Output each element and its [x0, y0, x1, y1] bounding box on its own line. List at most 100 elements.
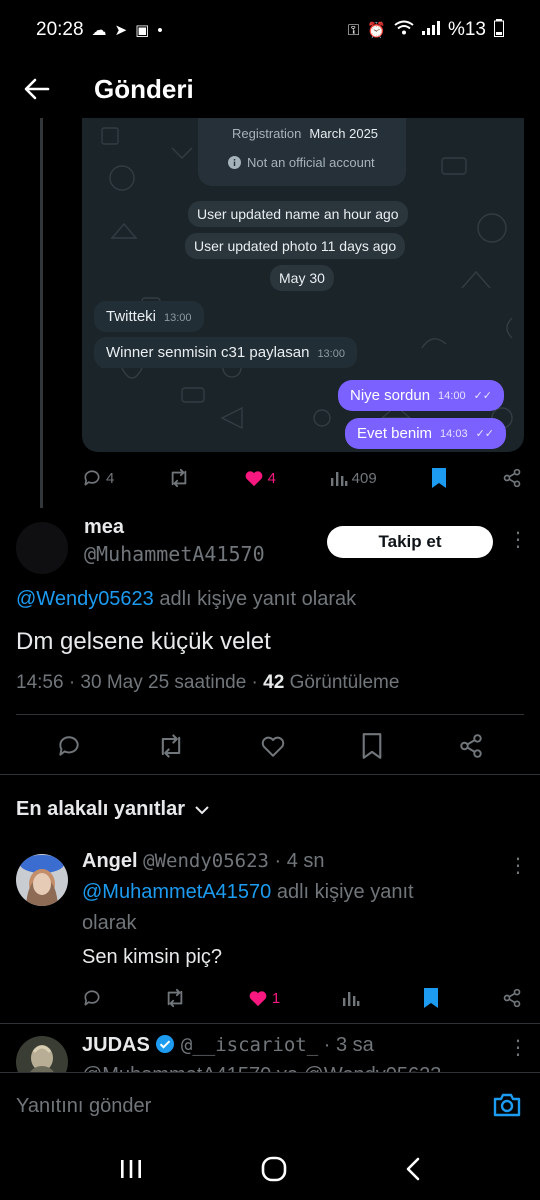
key-icon: ⚿ — [347, 21, 360, 39]
incoming-message: Winner senmisin c31 paylasan 13:00 — [94, 337, 357, 368]
reply-header: JUDAS @__iscariot_ · 3 sa — [82, 1034, 374, 1057]
back-button[interactable] — [0, 60, 74, 118]
battery-level: %13 — [447, 19, 486, 40]
like-button[interactable]: 4 — [244, 469, 276, 487]
replying-to: @MuhammetA41570 adlı kişiye yanıt — [82, 881, 414, 903]
bookmark-icon[interactable] — [361, 733, 383, 759]
home-icon[interactable] — [261, 1156, 287, 1182]
reply-composer[interactable]: Yanıtını gönder — [0, 1072, 540, 1138]
like-button[interactable]: 1 — [248, 989, 280, 1007]
share-icon[interactable] — [458, 733, 484, 759]
parent-tweet-actions: 4 4 409 — [82, 458, 522, 498]
author-handle[interactable]: @Wendy05623 — [143, 850, 269, 872]
author-handle[interactable]: @MuhammetA41570 — [84, 542, 265, 566]
reply-actions: 1 — [82, 978, 522, 1018]
views-stat[interactable]: 409 — [330, 469, 377, 487]
repost-button[interactable] — [164, 988, 186, 1008]
bookmark-button[interactable] — [422, 987, 440, 1009]
outgoing-message: Evet benim 14:03 ✓✓ — [345, 418, 507, 449]
repost-button[interactable] — [168, 468, 190, 488]
author-handle[interactable]: @__iscariot_ — [181, 1034, 318, 1056]
share-icon — [503, 988, 521, 1008]
verified-badge-icon — [156, 1035, 175, 1053]
image-icon: ▣ — [135, 22, 150, 39]
more-options-icon[interactable]: ⋮ — [508, 530, 528, 550]
reply-tweet[interactable]: JUDAS @__iscariot_ · 3 sa ⋮ @MuhammetA41… — [0, 1024, 540, 1072]
bookmark-filled-icon — [424, 988, 439, 1008]
system-message: User updated photo 11 days ago — [185, 233, 406, 259]
dot-icon: • — [157, 21, 163, 39]
reply-input[interactable]: Yanıtını gönder — [16, 1095, 151, 1118]
bookmark-button[interactable] — [430, 467, 448, 489]
tweet-meta: 14:56 · 30 May 25 saatinde · 42 Görüntül… — [16, 672, 400, 693]
reply-icon[interactable] — [56, 733, 82, 759]
system-message: User updated name an hour ago — [188, 201, 408, 227]
recent-apps-icon[interactable] — [119, 1158, 143, 1180]
alarm-icon: ⏰ — [367, 22, 386, 39]
info-icon — [228, 156, 241, 169]
reply-header: Angel @Wendy05623 · 4 sn — [82, 850, 325, 873]
replying-to-cont: olarak — [82, 912, 137, 934]
author-name[interactable]: JUDAS — [82, 1034, 150, 1056]
replying-to: @Wendy05623 adlı kişiye yanıt olarak — [16, 588, 357, 610]
divider — [0, 774, 540, 775]
focused-tweet-actions — [0, 718, 540, 774]
battery-icon — [494, 19, 504, 41]
share-icon — [503, 468, 521, 488]
reply-time: · 3 sa — [323, 1034, 374, 1056]
tweet-text: Sen kimsin piç? — [82, 946, 223, 968]
outgoing-message: Niye sordun 14:00 ✓✓ — [338, 380, 505, 411]
tweet-text: Dm gelsene küçük velet — [16, 628, 271, 655]
avatar[interactable] — [16, 1036, 68, 1072]
chevron-down-icon — [195, 805, 209, 814]
cloud-icon: ☁ — [91, 22, 107, 39]
camera-button[interactable] — [492, 1091, 522, 1124]
author-name[interactable]: mea — [84, 516, 124, 539]
reply-time: · 4 sn — [274, 850, 325, 872]
reply-button[interactable]: 4 — [82, 468, 114, 488]
attached-chat-screenshot[interactable]: Registration March 2025 Not an official a… — [82, 118, 524, 452]
more-options-icon[interactable]: ⋮ — [508, 1038, 528, 1058]
share-button[interactable] — [502, 988, 522, 1008]
avatar[interactable] — [16, 854, 68, 906]
bar-chart-icon — [343, 992, 360, 1006]
incoming-message: Twitteki 13:00 — [94, 301, 204, 332]
repost-icon — [167, 988, 183, 1008]
repost-icon[interactable] — [157, 733, 185, 759]
repost-icon — [171, 468, 187, 488]
view-count: 42 — [263, 672, 285, 693]
date-separator: May 30 — [270, 265, 334, 291]
heart-filled-icon — [245, 471, 263, 487]
status-bar: 20:28 ☁ ➤ ▣ • ⚿ ⏰ %13 — [0, 0, 540, 60]
clock: 20:28 — [36, 19, 84, 40]
author-name[interactable]: Angel — [82, 850, 138, 872]
page-title: Gönderi — [94, 73, 194, 104]
mention-link[interactable]: @MuhammetA41570 — [82, 881, 271, 903]
mention-link[interactable]: @Wendy05623 — [16, 588, 154, 610]
reply-button[interactable] — [82, 988, 102, 1008]
follow-button[interactable]: Takip et — [327, 526, 493, 558]
registration-row: Registration March 2025 — [232, 126, 379, 141]
bar-chart-icon — [330, 472, 348, 486]
views-stat[interactable] — [342, 989, 360, 1007]
arrow-left-icon — [24, 78, 50, 100]
not-official-row: Not an official account — [228, 155, 375, 170]
replying-to[interactable]: @MuhammetA41570 ve @Wendy05623 — [82, 1064, 441, 1072]
top-bar: Gönderi — [0, 60, 540, 118]
bookmark-filled-icon — [432, 468, 447, 488]
system-nav-bar — [0, 1138, 540, 1200]
reply-icon — [84, 990, 100, 1006]
contact-info-card: Registration March 2025 Not an official a… — [198, 118, 406, 186]
divider — [16, 714, 524, 715]
reply-icon — [84, 470, 100, 486]
avatar[interactable] — [16, 522, 68, 574]
reply-sort-dropdown[interactable]: En alakalı yanıtlar — [16, 798, 209, 821]
telegram-icon: ➤ — [114, 22, 128, 39]
share-button[interactable] — [502, 468, 522, 488]
wifi-icon — [394, 20, 414, 40]
back-nav-icon[interactable] — [405, 1157, 421, 1181]
signal-icon — [421, 21, 440, 39]
heart-icon[interactable] — [260, 734, 286, 758]
more-options-icon[interactable]: ⋮ — [508, 856, 528, 876]
heart-filled-icon — [249, 991, 267, 1007]
